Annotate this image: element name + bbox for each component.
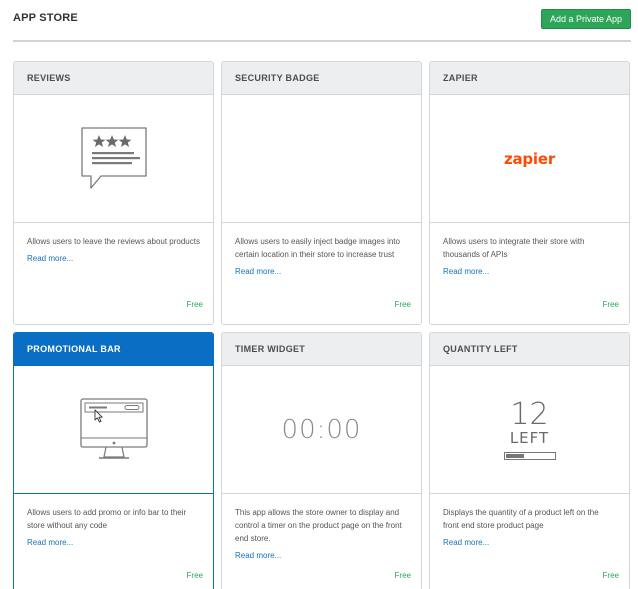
card-title: TIMER WIDGET	[222, 333, 421, 366]
card-body: Allows users to integrate their store wi…	[430, 223, 629, 323]
app-card-promotional-bar[interactable]: PROMOTIONAL BAR Allows users to add prom…	[13, 332, 214, 589]
card-description: Allows users to add promo or info bar to…	[27, 508, 187, 530]
price-label: Free	[602, 571, 619, 580]
quantity-label: LEFT	[509, 428, 550, 447]
app-card-zapier[interactable]: ZAPIER zapier Allows users to integrate …	[429, 61, 630, 325]
card-description: Allows users to easily inject badge imag…	[235, 237, 400, 259]
price-label: Free	[186, 571, 203, 580]
card-title: ZAPIER	[430, 62, 629, 95]
price-label: Free	[394, 300, 411, 309]
app-card-security-badge[interactable]: SECURITY BADGE Allows users to easily in…	[221, 61, 422, 325]
timer-icon: 00:00	[281, 414, 362, 445]
app-card-timer-widget[interactable]: TIMER WIDGET 00:00 This app allows the s…	[221, 332, 422, 589]
monitor-promo-bar-icon	[79, 397, 148, 459]
card-image: zapier	[430, 95, 629, 223]
card-title: SECURITY BADGE	[222, 62, 421, 95]
read-more-link[interactable]: Read more...	[235, 549, 281, 562]
card-description: Displays the quantity of a product left …	[443, 508, 599, 530]
card-image	[222, 95, 421, 223]
card-description: Allows users to integrate their store wi…	[443, 237, 585, 259]
read-more-link[interactable]: Read more...	[443, 265, 489, 278]
price-label: Free	[186, 300, 203, 309]
card-image	[14, 95, 213, 223]
add-private-app-button[interactable]: Add a Private App	[541, 9, 631, 29]
card-body: Allows users to easily inject badge imag…	[222, 223, 421, 323]
page-title: APP STORE	[13, 12, 78, 24]
read-more-link[interactable]: Read more...	[27, 536, 73, 549]
price-label: Free	[394, 571, 411, 580]
card-body: This app allows the store owner to displ…	[222, 494, 421, 589]
card-description: Allows users to leave the reviews about …	[27, 237, 200, 246]
quantity-left-icon: 12 LEFT	[503, 396, 556, 460]
card-title: REVIEWS	[14, 62, 213, 95]
card-image: 00:00	[222, 366, 421, 494]
app-card-reviews[interactable]: REVIEWS Allows users to leave the review…	[13, 61, 214, 325]
read-more-link[interactable]: Read more...	[235, 265, 281, 278]
quantity-bar-fill	[505, 453, 524, 458]
card-title: QUANTITY LEFT	[430, 333, 629, 366]
page-header: APP STORE Add a Private App	[13, 0, 631, 42]
quantity-number: 12	[510, 396, 549, 432]
app-card-quantity-left[interactable]: QUANTITY LEFT 12 LEFT Displays the quant…	[429, 332, 630, 589]
read-more-link[interactable]: Read more...	[27, 252, 73, 265]
price-label: Free	[602, 300, 619, 309]
card-image: 12 LEFT	[430, 366, 629, 494]
card-description: This app allows the store owner to displ…	[235, 508, 402, 543]
card-body: Displays the quantity of a product left …	[430, 494, 629, 589]
card-body: Allows users to leave the reviews about …	[14, 223, 213, 323]
zapier-logo: zapier	[503, 149, 556, 168]
read-more-link[interactable]: Read more...	[443, 536, 489, 549]
card-body: Allows users to add promo or info bar to…	[14, 494, 213, 589]
review-speech-bubble-icon	[80, 126, 147, 189]
quantity-bar	[503, 451, 556, 460]
card-title: PROMOTIONAL BAR	[14, 333, 213, 366]
card-image	[14, 366, 213, 494]
